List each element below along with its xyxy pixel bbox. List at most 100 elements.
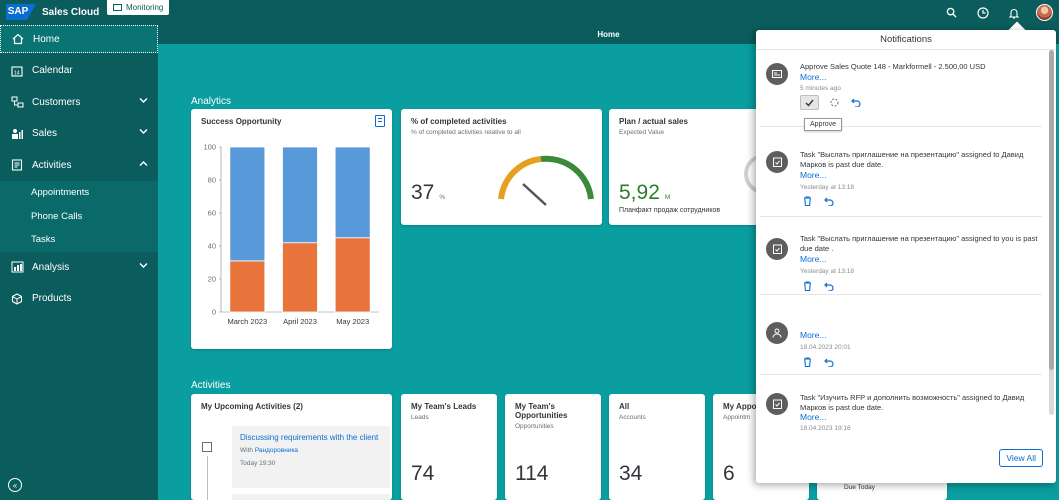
kpi-value: 5,92	[619, 181, 660, 204]
card-title: All	[619, 402, 630, 411]
kpi-value: 37	[411, 181, 435, 204]
card-title: My Team's Leads	[411, 402, 477, 411]
notification-item[interactable]: More... 18.04.2023 20:01	[760, 308, 1042, 375]
side-navigation: Home 14 Calendar Customers Sales Activit…	[0, 25, 158, 500]
svg-text:14: 14	[14, 70, 20, 76]
sidebar-item-label: Analysis	[32, 261, 70, 273]
x-tick-label: April 2023	[283, 317, 317, 326]
tile-value: 6	[723, 462, 735, 485]
activity-with: With Рандоровника	[240, 447, 298, 454]
clock-icon[interactable]	[974, 4, 991, 21]
team-leads-tile[interactable]: My Team's Leads Leads 74	[401, 394, 497, 500]
undo-icon[interactable]	[822, 279, 836, 293]
approve-tooltip: Approve	[804, 118, 843, 131]
bar-segment	[334, 237, 371, 313]
sap-logo[interactable]: SAP	[6, 4, 36, 20]
notification-item[interactable]: Task "Выслать приглашение на презентацию…	[760, 137, 1042, 217]
home-icon	[11, 32, 25, 46]
view-all-button[interactable]: View All	[999, 449, 1043, 467]
customers-icon	[10, 95, 24, 109]
chevron-down-icon[interactable]	[139, 128, 148, 135]
person-icon	[766, 322, 788, 344]
notification-text: Task "Выслать приглашение на презентацию…	[800, 150, 1024, 169]
search-icon[interactable]	[943, 4, 960, 21]
avatar[interactable]	[1036, 4, 1053, 21]
activity-title[interactable]: Discussing requirements with the client	[240, 433, 378, 442]
sidebar-item-tasks[interactable]: Tasks	[0, 228, 158, 252]
bar-segment	[229, 260, 266, 313]
plan-actual-sales-card[interactable]: Plan / actual sales Expected Value 5,92 M…	[609, 109, 759, 225]
more-link[interactable]: More...	[800, 412, 826, 422]
more-link[interactable]: More...	[800, 170, 826, 180]
sidebar-item-label: Products	[32, 293, 72, 305]
notification-time: Yesterday at 13:18	[800, 184, 854, 191]
delete-icon[interactable]	[800, 355, 814, 369]
chevron-up-icon[interactable]	[139, 160, 148, 167]
sidebar-item-phone-calls[interactable]: Phone Calls	[0, 205, 158, 229]
sidebar-item-appointments[interactable]: Appointments	[0, 181, 158, 205]
delete-icon[interactable]	[800, 279, 814, 293]
sidebar-item-label: Calendar	[32, 65, 73, 77]
upcoming-activities-card[interactable]: My Upcoming Activities (2) Discussing re…	[191, 394, 392, 500]
more-link[interactable]: More...	[800, 72, 826, 82]
with-value[interactable]: Рандоровника	[255, 447, 298, 454]
bar-segment	[282, 146, 318, 244]
sidebar-item-activities[interactable]: Activities	[0, 150, 158, 182]
card-subtitle: Accounts	[619, 414, 646, 421]
notification-item[interactable]: Task "Изучить RFP и дополнить возможност…	[760, 384, 1042, 432]
activity-time: Today 19:30	[240, 460, 276, 467]
notification-text: Approve Sales Quote 148 - Markformell - …	[800, 62, 986, 71]
monitoring-tab[interactable]: Monitoring	[107, 0, 170, 15]
more-link[interactable]: More...	[800, 254, 826, 264]
chevron-down-icon[interactable]	[139, 97, 148, 104]
team-opportunities-tile[interactable]: My Team's Opportunities Opportunities 11…	[505, 394, 601, 500]
activity-item[interactable]: Discussing requirements with the client …	[232, 426, 390, 488]
sidebar-item-products[interactable]: Products	[0, 283, 158, 315]
delete-icon[interactable]	[800, 194, 814, 208]
sidebar-item-analysis[interactable]: Analysis	[0, 252, 158, 284]
chevron-down-icon[interactable]	[139, 262, 148, 269]
collapse-nav-button[interactable]: «	[8, 478, 22, 492]
monitoring-label: Monitoring	[126, 3, 164, 12]
y-tick-label: 0	[212, 308, 216, 317]
due-today-label: Due Today	[844, 484, 875, 491]
activity-item[interactable]	[232, 494, 390, 500]
activities-section-title: Activities	[191, 380, 231, 391]
y-tick-label: 100	[203, 143, 216, 152]
notifications-popover: Notifications Approve Sales Quote 148 - …	[756, 30, 1056, 483]
task-icon	[766, 393, 788, 415]
notifications-scrollbar[interactable]	[1049, 50, 1054, 415]
card-subtitle: Expected Value	[619, 129, 665, 136]
more-link[interactable]: More...	[800, 330, 826, 340]
task-icon	[766, 238, 788, 260]
quote-icon	[766, 63, 788, 85]
notification-time: 18.04.2023 19:16	[800, 425, 851, 432]
completed-activities-card[interactable]: % of completed activities % of completed…	[401, 109, 602, 225]
card-title: My Team's Opportunities	[515, 402, 568, 420]
approve-button[interactable]	[800, 95, 819, 110]
undo-icon[interactable]	[849, 96, 863, 110]
calendar-icon: 14	[10, 64, 24, 78]
plan-kpi: 5,92 M	[619, 181, 670, 205]
success-opportunity-card[interactable]: Success Opportunity 0 20 40 60 80 100 March 20…	[191, 109, 392, 349]
bell-icon[interactable]	[1005, 4, 1022, 21]
kpi-unit: %	[439, 194, 446, 201]
sidebar-item-home[interactable]: Home	[0, 25, 158, 53]
sidebar-item-calendar[interactable]: 14 Calendar	[0, 55, 158, 87]
activities-icon	[10, 158, 24, 172]
scroll-thumb[interactable]	[1049, 50, 1054, 370]
sidebar-item-sales[interactable]: Sales	[0, 118, 158, 150]
all-accounts-tile[interactable]: All Accounts 34	[609, 394, 705, 500]
sidebar-item-customers[interactable]: Customers	[0, 87, 158, 119]
analytics-section-title: Analytics	[191, 96, 232, 107]
notification-time: 18.04.2023 20:01	[800, 344, 851, 351]
sidebar-item-label: Activities	[32, 159, 72, 171]
notification-text: Task "Выслать приглашение на презентацию…	[800, 234, 1038, 253]
notification-item[interactable]: Task "Выслать приглашение на презентацию…	[760, 227, 1042, 295]
reject-icon[interactable]	[827, 96, 841, 110]
sidebar-item-label: Sales	[32, 128, 58, 140]
bar-segment	[282, 242, 318, 313]
undo-icon[interactable]	[822, 194, 836, 208]
notification-item[interactable]: Approve Sales Quote 148 - Markformell - …	[760, 50, 1042, 127]
undo-icon[interactable]	[822, 355, 836, 369]
